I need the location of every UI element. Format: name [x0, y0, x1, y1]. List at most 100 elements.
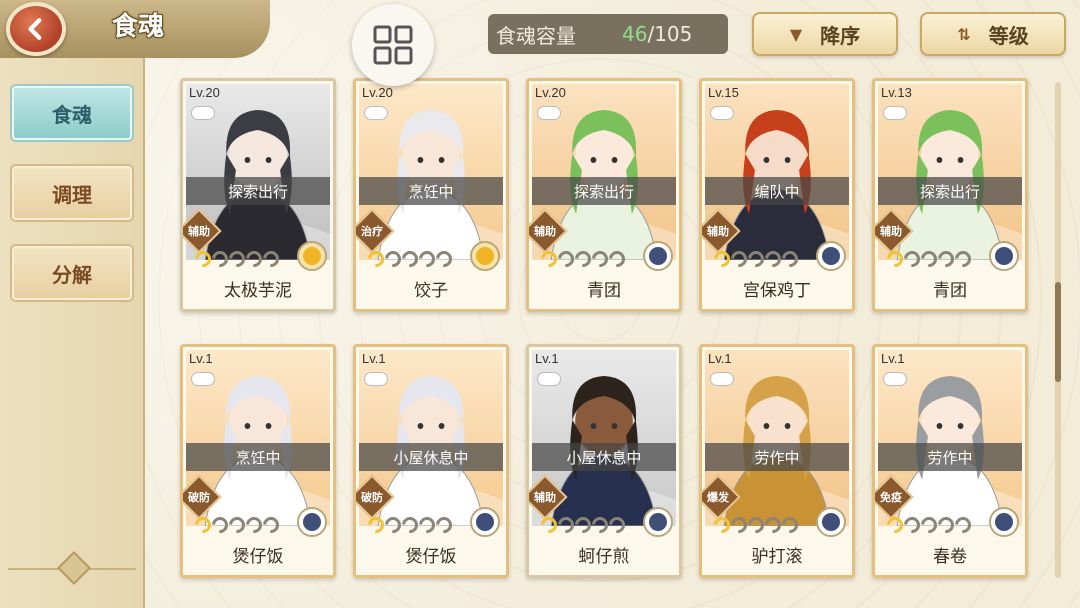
star-empty-icon — [951, 247, 975, 271]
dish-icon — [537, 372, 561, 386]
level-label: Lv.1 — [708, 351, 732, 366]
food-soul-card[interactable]: Lv.20 探索出行 辅助 太极芋泥 — [180, 78, 336, 312]
flower-icon — [476, 513, 494, 531]
sort-order-button[interactable]: ▼ 降序 — [752, 12, 898, 56]
dish-icon — [710, 106, 734, 120]
level-label: Lv.1 — [881, 351, 905, 366]
role-badge: 治疗 — [356, 211, 392, 251]
element-badge — [816, 507, 846, 537]
status-banner: 探索出行 — [186, 177, 330, 205]
character-name: 青团 — [933, 281, 967, 301]
flower-icon — [822, 247, 840, 265]
star-empty-icon — [778, 247, 802, 271]
status-banner: 烹饪中 — [186, 443, 330, 471]
food-soul-card[interactable]: Lv.13 探索出行 辅助 青团 — [872, 78, 1028, 312]
header-bar: 食魂 — [0, 0, 270, 58]
sort-field-label: 等级 — [988, 23, 1029, 48]
character-name: 蚵仔煎 — [578, 547, 630, 567]
status-banner: 小屋休息中 — [532, 443, 676, 471]
element-badge — [643, 241, 673, 271]
status-banner: 编队中 — [705, 177, 849, 205]
role-badge: 破防 — [356, 477, 392, 517]
level-label: Lv.1 — [362, 351, 386, 366]
role-badge: 辅助 — [529, 477, 565, 517]
sort-field-button[interactable]: ⇅ 等级 — [920, 12, 1066, 56]
food-soul-card[interactable]: Lv.20 烹饪中 治疗 饺子 — [353, 78, 509, 312]
star-rating — [883, 513, 975, 537]
star-empty-icon — [605, 513, 629, 537]
flower-icon — [649, 247, 667, 265]
role-badge: 免疫 — [875, 477, 911, 517]
tab-label: 调理 — [52, 182, 92, 207]
page-title: 食魂 — [112, 12, 165, 42]
tab-label: 食魂 — [52, 102, 92, 127]
food-soul-card[interactable]: Lv.15 编队中 辅助 宫保鸡丁 — [699, 78, 855, 312]
food-soul-card[interactable]: Lv.1 劳作中 爆发 驴打滚 — [699, 344, 855, 578]
role-label: 治疗 — [361, 225, 383, 238]
character-name: 煲仔饭 — [405, 547, 457, 567]
element-badge — [297, 241, 327, 271]
star-empty-icon — [951, 513, 975, 537]
element-badge — [470, 507, 500, 537]
grid-view-toggle-button[interactable] — [352, 4, 434, 86]
food-soul-card[interactable]: Lv.20 探索出行 辅助 青团 — [526, 78, 682, 312]
tab-food-souls[interactable]: 食魂 — [12, 86, 132, 140]
flower-icon — [995, 513, 1013, 531]
chevron-left-icon — [28, 18, 42, 40]
sort-order-label: 降序 — [820, 23, 861, 48]
star-rating — [191, 247, 283, 271]
dish-icon — [191, 372, 215, 386]
scrollbar[interactable] — [1055, 82, 1061, 578]
role-badge: 辅助 — [183, 211, 219, 251]
food-soul-grid: Lv.20 探索出行 辅助 太极芋泥 Lv.20 烹饪中 治疗 饺子 Lv.20… — [180, 78, 1040, 578]
flower-icon — [995, 247, 1013, 265]
star-rating — [710, 513, 802, 537]
star-empty-icon — [778, 513, 802, 537]
capacity-label: 食魂容量 — [496, 23, 576, 48]
capacity-current: 46 — [622, 22, 648, 46]
role-label: 辅助 — [534, 491, 556, 504]
grid-view-icon — [373, 25, 413, 65]
triangle-down-icon: ▼ — [789, 24, 803, 44]
dish-icon — [364, 372, 388, 386]
star-empty-icon — [605, 247, 629, 271]
star-empty-icon — [432, 513, 456, 537]
status-banner: 探索出行 — [532, 177, 676, 205]
role-badge: 辅助 — [529, 211, 565, 251]
element-badge — [816, 241, 846, 271]
character-name: 春卷 — [933, 547, 967, 567]
role-label: 辅助 — [880, 225, 902, 238]
role-label: 破防 — [188, 491, 210, 504]
character-name: 太极芋泥 — [224, 281, 292, 301]
level-label: Lv.13 — [881, 85, 912, 100]
element-badge — [643, 507, 673, 537]
star-rating — [364, 513, 456, 537]
star-rating — [191, 513, 283, 537]
character-name: 宫保鸡丁 — [743, 281, 811, 301]
food-soul-card[interactable]: Lv.1 烹饪中 破防 煲仔饭 — [180, 344, 336, 578]
back-button[interactable] — [6, 2, 66, 56]
food-soul-card[interactable]: Lv.1 劳作中 免疫 春卷 — [872, 344, 1028, 578]
status-banner: 探索出行 — [878, 177, 1022, 205]
scrollbar-thumb[interactable] — [1055, 282, 1061, 382]
element-badge — [989, 241, 1019, 271]
star-rating — [364, 247, 456, 271]
star-empty-icon — [432, 247, 456, 271]
dish-icon — [883, 106, 907, 120]
level-label: Lv.20 — [189, 85, 220, 100]
status-banner: 劳作中 — [878, 443, 1022, 471]
character-name: 煲仔饭 — [232, 547, 284, 567]
food-soul-card[interactable]: Lv.1 小屋休息中 辅助 蚵仔煎 — [526, 344, 682, 578]
element-badge — [470, 241, 500, 271]
dish-icon — [883, 372, 907, 386]
star-rating — [883, 247, 975, 271]
food-soul-card[interactable]: Lv.1 小屋休息中 破防 煲仔饭 — [353, 344, 509, 578]
tab-label: 分解 — [52, 262, 92, 287]
role-badge: 辅助 — [875, 211, 911, 251]
flower-icon — [476, 247, 494, 265]
level-label: Lv.20 — [535, 85, 566, 100]
character-name: 青团 — [587, 281, 621, 301]
dish-icon — [537, 106, 561, 120]
tab-condition[interactable]: 调理 — [12, 166, 132, 220]
tab-decompose[interactable]: 分解 — [12, 246, 132, 300]
